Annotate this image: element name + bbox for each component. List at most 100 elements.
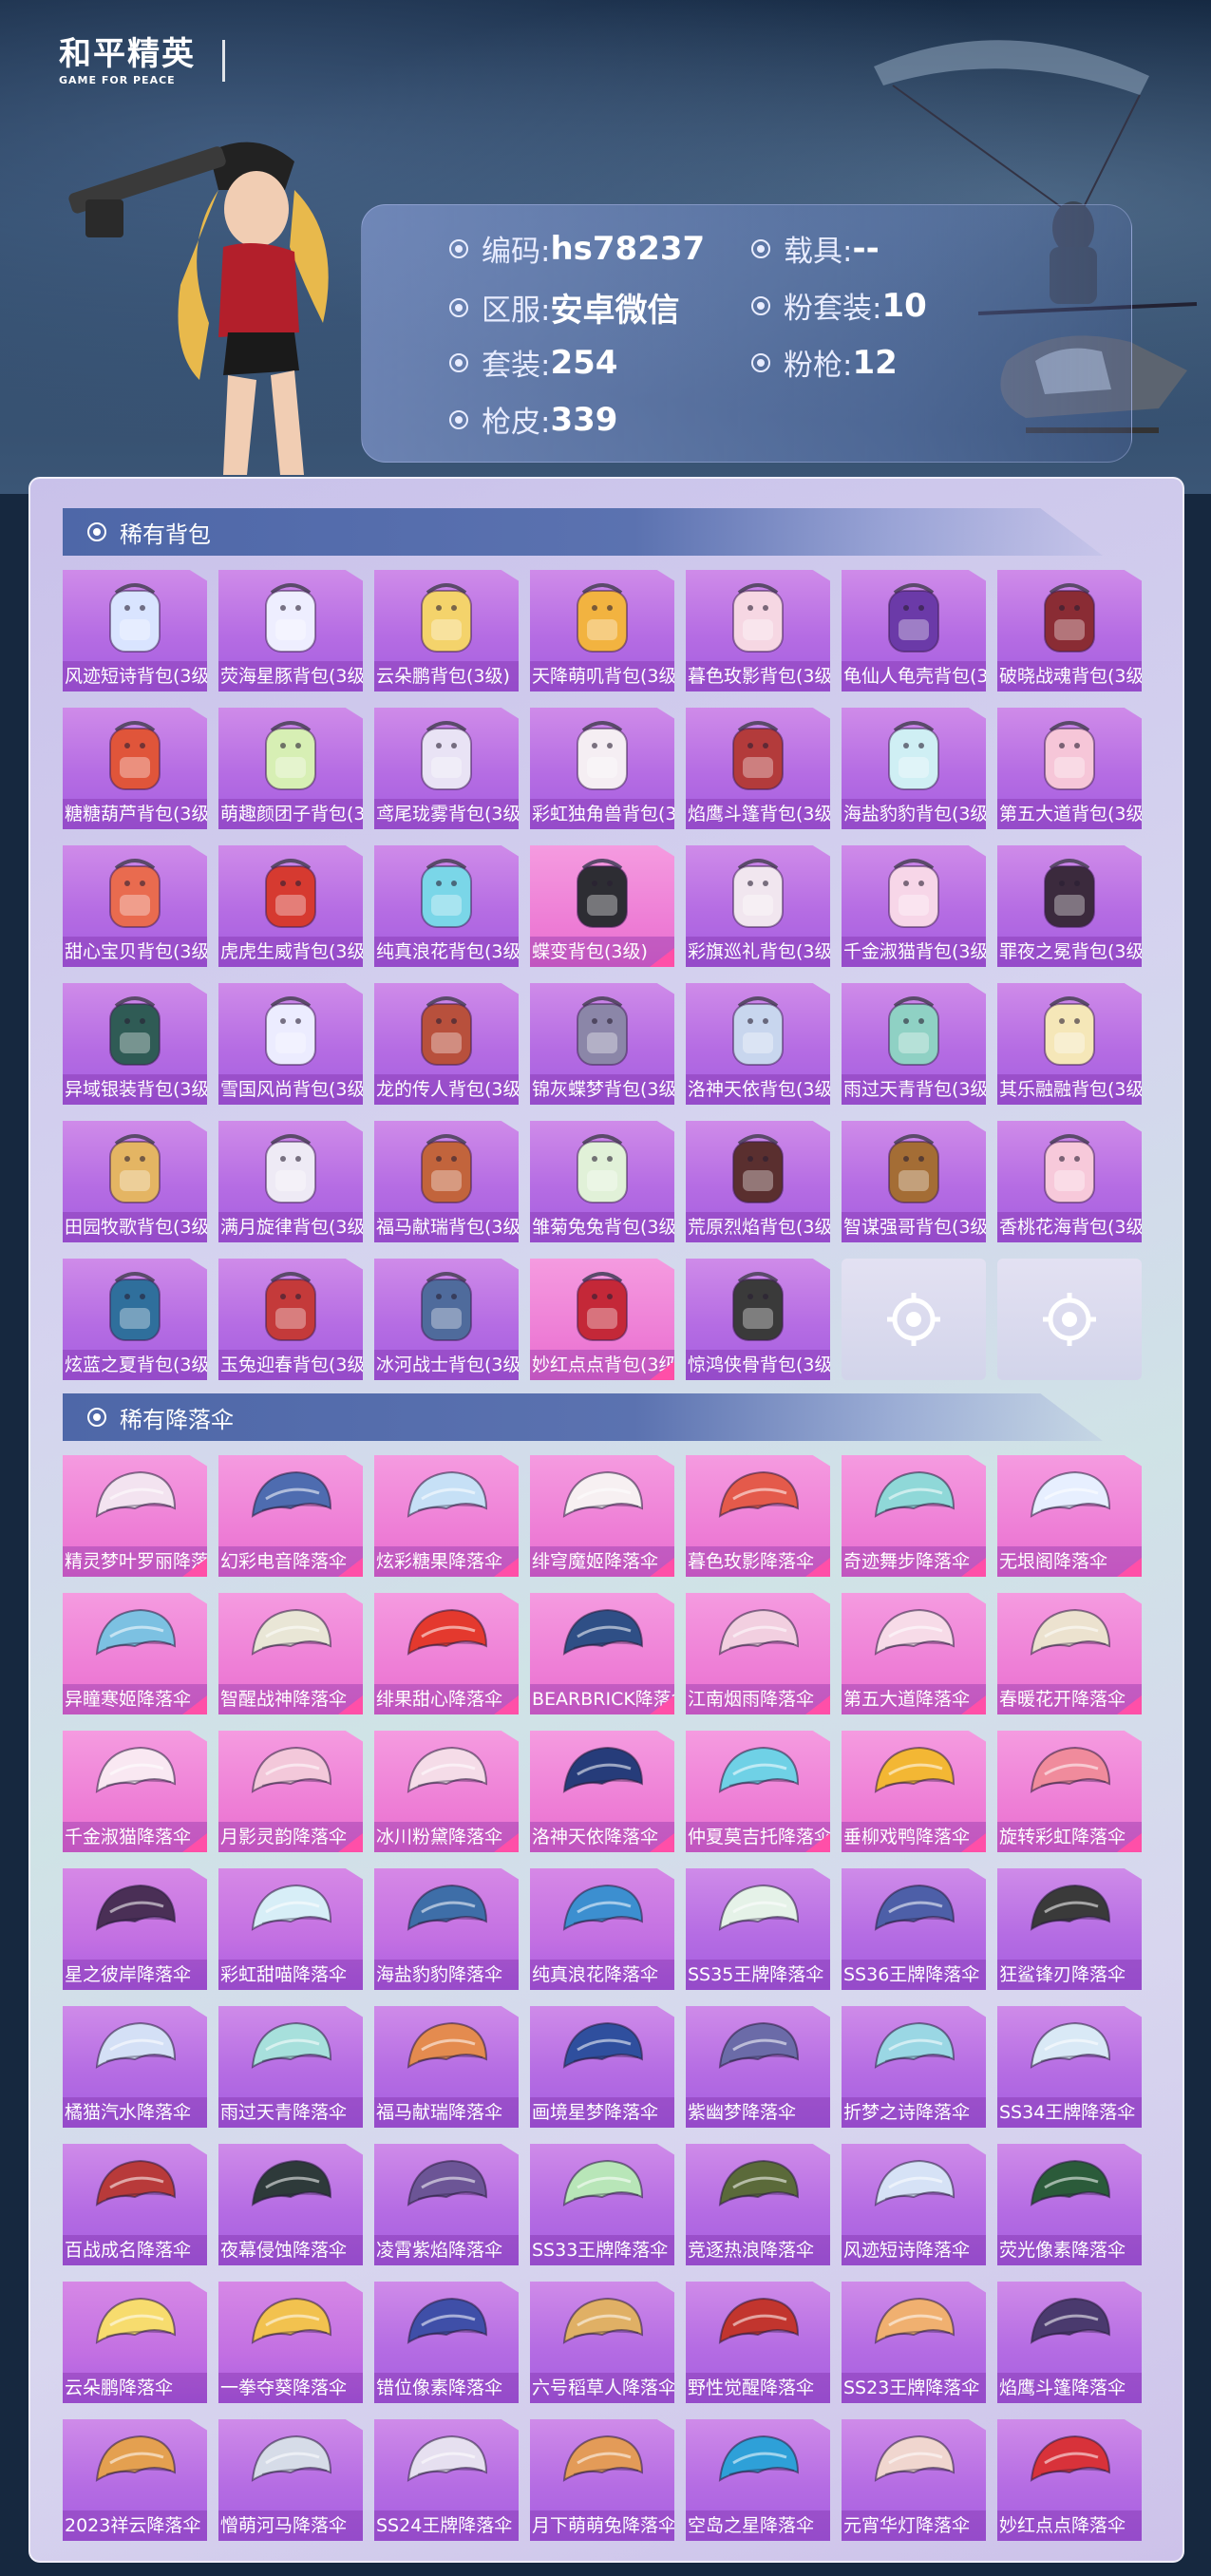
parachute-tile[interactable]: 百战成名降落伞	[63, 2144, 207, 2265]
parachute-tile[interactable]: 暮色玫影降落伞	[686, 1455, 830, 1577]
backpack-tile[interactable]: 甜心宝贝背包(3级)	[63, 845, 207, 967]
backpack-tile[interactable]: 智谋强哥背包(3级)	[842, 1121, 986, 1242]
parachute-tile[interactable]: 绯穹魔姬降落伞	[530, 1455, 674, 1577]
backpack-tile[interactable]: 纯真浪花背包(3级)	[374, 845, 519, 967]
backpack-tile[interactable]: 香桃花海背包(3级)	[997, 1121, 1142, 1242]
backpack-tile[interactable]: 云朵鹏背包(3级)	[374, 570, 519, 691]
parachute-tile[interactable]: 云朵鹏降落伞	[63, 2282, 207, 2403]
backpack-tile[interactable]: 田园牧歌背包(3级)	[63, 1121, 207, 1242]
parachute-tile[interactable]: 焰鹰斗篷降落伞	[997, 2282, 1142, 2403]
parachute-tile[interactable]: 憎萌河马降落伞	[218, 2419, 363, 2541]
parachute-tile[interactable]: 月影灵韵降落伞	[218, 1731, 363, 1852]
parachute-tile[interactable]: SS36王牌降落伞	[842, 1868, 986, 1990]
parachute-tile[interactable]: 旋转彩虹降落伞	[997, 1731, 1142, 1852]
parachute-tile[interactable]: 无垠阁降落伞	[997, 1455, 1142, 1577]
parachute-tile[interactable]: SS34王牌降落伞	[997, 2006, 1142, 2128]
parachute-tile[interactable]: 炫彩糖果降落伞	[374, 1455, 519, 1577]
backpack-tile[interactable]: 彩旗巡礼背包(3级)	[686, 845, 830, 967]
parachute-tile[interactable]: 2023祥云降落伞	[63, 2419, 207, 2541]
parachute-tile[interactable]: 幻彩电音降落伞	[218, 1455, 363, 1577]
backpack-tile[interactable]: 破晓战魂背包(3级)	[997, 570, 1142, 691]
backpack-tile[interactable]: 暮色玫影背包(3级)	[686, 570, 830, 691]
parachute-tile[interactable]: 彩虹甜喵降落伞	[218, 1868, 363, 1990]
tile-label-text: 六号稻草人降落伞	[532, 2377, 674, 2398]
parachute-tile[interactable]: SS23王牌降落伞	[842, 2282, 986, 2403]
parachute-tile[interactable]: 雨过天青降落伞	[218, 2006, 363, 2128]
backpack-tile[interactable]: 雪国风尚背包(3级)	[218, 983, 363, 1105]
backpack-tile[interactable]: 惊鸿侠骨背包(3级)	[686, 1259, 830, 1380]
parachute-tile[interactable]: 江南烟雨降落伞	[686, 1593, 830, 1714]
parachute-tile[interactable]: 野性觉醒降落伞	[686, 2282, 830, 2403]
backpack-tile[interactable]: 焰鹰斗篷背包(3级)	[686, 708, 830, 829]
parachute-tile[interactable]: 第五大道降落伞	[842, 1593, 986, 1714]
backpack-tile[interactable]: 糖糖葫芦背包(3级)	[63, 708, 207, 829]
backpack-tile[interactable]: 蝶变背包(3级)	[530, 845, 674, 967]
parachute-tile[interactable]: 错位像素降落伞	[374, 2282, 519, 2403]
parachute-tile[interactable]: 精灵梦叶罗丽降落伞	[63, 1455, 207, 1577]
parachute-tile[interactable]: 竞逐热浪降落伞	[686, 2144, 830, 2265]
backpack-tile[interactable]: 冰河战士背包(3级)	[374, 1259, 519, 1380]
parachute-tile[interactable]: 福马献瑞降落伞	[374, 2006, 519, 2128]
parachute-tile[interactable]: 星之彼岸降落伞	[63, 1868, 207, 1990]
parachute-tile[interactable]: 凌霄紫焰降落伞	[374, 2144, 519, 2265]
parachute-tile[interactable]: 纯真浪花降落伞	[530, 1868, 674, 1990]
backpack-tile[interactable]: 虎虎生威背包(3级)	[218, 845, 363, 967]
backpack-tile[interactable]: 彩虹独角兽背包(3级)	[530, 708, 674, 829]
parachute-tile[interactable]: SS33王牌降落伞	[530, 2144, 674, 2265]
parachute-tile[interactable]: 狂鲨锋刃降落伞	[997, 1868, 1142, 1990]
backpack-tile[interactable]: 福马献瑞背包(3级)	[374, 1121, 519, 1242]
parachute-tile[interactable]: 风迹短诗降落伞	[842, 2144, 986, 2265]
backpack-tile[interactable]: 异域银装背包(3级)	[63, 983, 207, 1105]
backpack-tile[interactable]: 千金淑猫背包(3级)	[842, 845, 986, 967]
parachute-tile[interactable]: SS24王牌降落伞	[374, 2419, 519, 2541]
backpack-tile[interactable]: 天降萌叽背包(3级)	[530, 570, 674, 691]
parachute-tile[interactable]: 元宵华灯降落伞	[842, 2419, 986, 2541]
parachute-tile[interactable]: 冰川粉黛降落伞	[374, 1731, 519, 1852]
parachute-tile[interactable]: 月下萌萌兔降落伞	[530, 2419, 674, 2541]
parachute-tile[interactable]: 妙红点点降落伞	[997, 2419, 1142, 2541]
parachute-tile[interactable]: 千金淑猫降落伞	[63, 1731, 207, 1852]
backpack-tile[interactable]: 荒原烈焰背包(3级)	[686, 1121, 830, 1242]
backpack-icon	[109, 996, 161, 1066]
backpack-tile[interactable]: 雨过天青背包(3级)	[842, 983, 986, 1105]
parachute-tile[interactable]: 空岛之星降落伞	[686, 2419, 830, 2541]
backpack-tile[interactable]: 满月旋律背包(3级)	[218, 1121, 363, 1242]
parachute-tile[interactable]: 六号稻草人降落伞	[530, 2282, 674, 2403]
backpack-tile[interactable]: 海盐豹豹背包(3级)	[842, 708, 986, 829]
parachute-tile[interactable]: 异瞳寒姬降落伞	[63, 1593, 207, 1714]
backpack-tile[interactable]: 萌趣颜团子背包(3级)	[218, 708, 363, 829]
backpack-tile[interactable]: 洛神天依背包(3级)	[686, 983, 830, 1105]
parachute-icon	[1030, 1746, 1111, 1793]
backpack-tile[interactable]: 荧海星豚背包(3级)	[218, 570, 363, 691]
backpack-tile[interactable]: 风迹短诗背包(3级)	[63, 570, 207, 691]
parachute-tile[interactable]: 洛神天依降落伞	[530, 1731, 674, 1852]
backpack-tile[interactable]: 鸢尾珑雾背包(3级)	[374, 708, 519, 829]
parachute-tile[interactable]: 橘猫汽水降落伞	[63, 2006, 207, 2128]
parachute-icon	[562, 1746, 644, 1793]
parachute-tile[interactable]: BEARBRICK降落伞	[530, 1593, 674, 1714]
backpack-tile[interactable]: 第五大道背包(3级)	[997, 708, 1142, 829]
parachute-tile[interactable]: 紫幽梦降落伞	[686, 2006, 830, 2128]
parachute-tile[interactable]: 仲夏莫吉托降落伞	[686, 1731, 830, 1852]
parachute-tile[interactable]: SS35王牌降落伞	[686, 1868, 830, 1990]
backpack-tile[interactable]: 龟仙人龟壳背包(3级)	[842, 570, 986, 691]
backpack-tile[interactable]: 妙红点点背包(3级)	[530, 1259, 674, 1380]
parachute-tile[interactable]: 春暖花开降落伞	[997, 1593, 1142, 1714]
parachute-tile[interactable]: 画境星梦降落伞	[530, 2006, 674, 2128]
backpack-tile[interactable]: 其乐融融背包(3级)	[997, 983, 1142, 1105]
parachute-tile[interactable]: 夜幕侵蚀降落伞	[218, 2144, 363, 2265]
parachute-tile[interactable]: 荧光像素降落伞	[997, 2144, 1142, 2265]
backpack-tile[interactable]: 罪夜之冕背包(3级)	[997, 845, 1142, 967]
backpack-tile[interactable]: 锦灰蝶梦背包(3级)	[530, 983, 674, 1105]
backpack-tile[interactable]: 雏菊兔兔背包(3级)	[530, 1121, 674, 1242]
parachute-tile[interactable]: 奇迹舞步降落伞	[842, 1455, 986, 1577]
backpack-tile[interactable]: 龙的传人背包(3级)	[374, 983, 519, 1105]
parachute-tile[interactable]: 智醒战神降落伞	[218, 1593, 363, 1714]
backpack-tile[interactable]: 玉兔迎春背包(3级)	[218, 1259, 363, 1380]
parachute-tile[interactable]: 垂柳戏鸭降落伞	[842, 1731, 986, 1852]
parachute-tile[interactable]: 折梦之诗降落伞	[842, 2006, 986, 2128]
parachute-tile[interactable]: 绯果甜心降落伞	[374, 1593, 519, 1714]
backpack-tile[interactable]: 炫蓝之夏背包(3级)	[63, 1259, 207, 1380]
parachute-tile[interactable]: 海盐豹豹降落伞	[374, 1868, 519, 1990]
parachute-tile[interactable]: 一拳夺葵降落伞	[218, 2282, 363, 2403]
